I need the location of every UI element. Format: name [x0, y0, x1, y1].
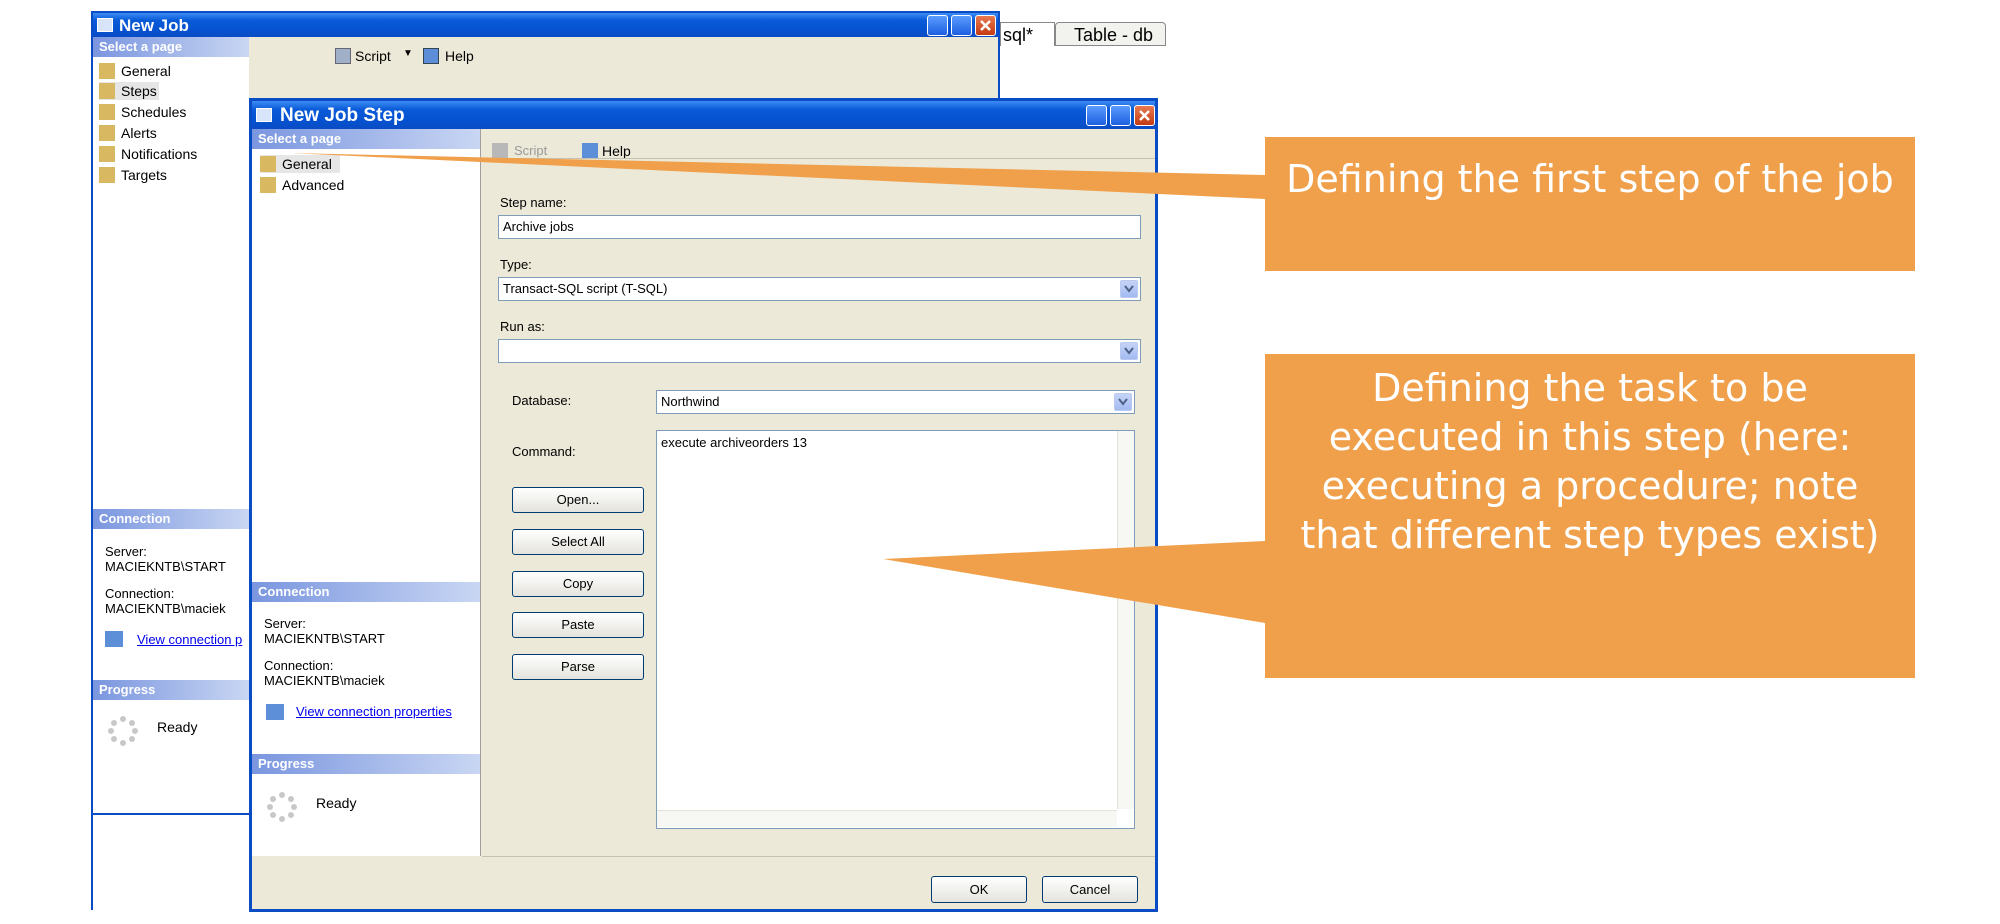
callout-task-definition: Defining the task to be executed in this… — [1265, 354, 1915, 678]
callout-first-step: Defining the first step of the job — [1265, 137, 1915, 271]
callout-pointer-first — [290, 153, 1265, 199]
callout-pointer-second — [883, 541, 1265, 623]
